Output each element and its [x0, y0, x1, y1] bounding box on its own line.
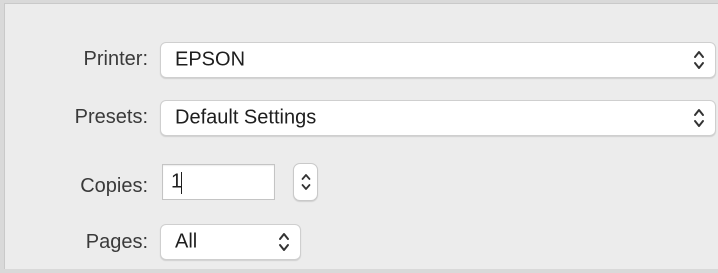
pages-value: All: [175, 230, 198, 253]
text-caret: [181, 172, 182, 194]
copies-label: Copies:: [80, 175, 148, 197]
stepper-chevrons-icon: [300, 170, 312, 194]
pages-popup[interactable]: All: [160, 224, 301, 260]
copies-field[interactable]: 1: [162, 164, 275, 200]
up-down-chevrons-icon: [693, 48, 705, 72]
printer-popup[interactable]: EPSON: [160, 42, 716, 78]
presets-label: Presets:: [74, 106, 148, 128]
presets-popup[interactable]: Default Settings: [160, 100, 716, 136]
copies-stepper[interactable]: [293, 163, 318, 201]
presets-value: Default Settings: [175, 106, 317, 129]
up-down-chevrons-icon: [693, 106, 705, 130]
print-dialog: Printer: EPSON Presets: Default Settings…: [4, 3, 718, 269]
printer-label: Printer:: [83, 48, 148, 70]
pages-label: Pages:: [85, 231, 148, 253]
printer-value: EPSON: [175, 48, 246, 71]
up-down-chevrons-icon: [278, 230, 290, 254]
